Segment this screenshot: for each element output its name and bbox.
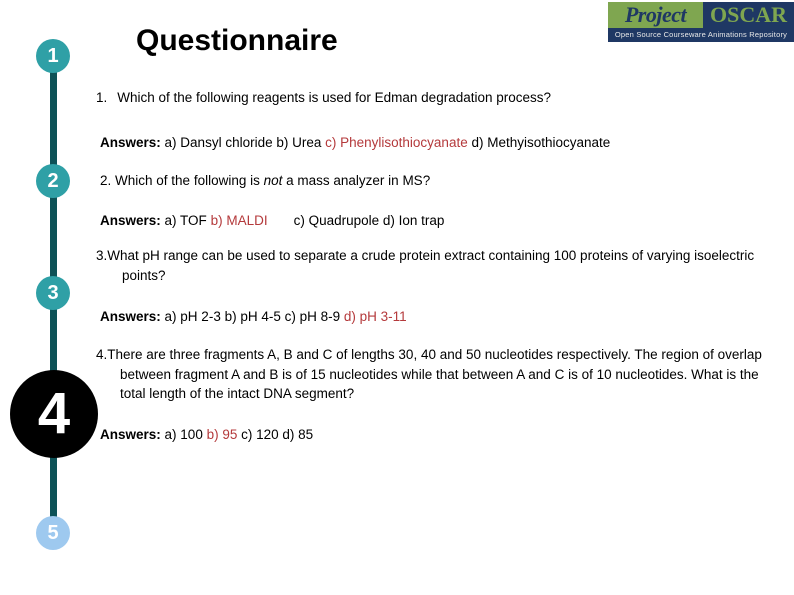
answers-1-label: Answers: bbox=[100, 135, 161, 150]
answers-2-options-after: c) Quadrupole d) Ion trap bbox=[293, 213, 445, 228]
answers-4-correct-option: b) 95 bbox=[206, 427, 238, 442]
slide-canvas: Project OSCAR Open Source Courseware Ani… bbox=[0, 0, 794, 595]
answers-4-options-after: c) 120 d) 85 bbox=[241, 427, 314, 442]
answers-1-options-before: a) Dansyl chloride b) Urea bbox=[164, 135, 322, 150]
answers-3-block: Answers: a) pH 2-3 b) pH 4-5 c) pH 8-9 d… bbox=[100, 307, 790, 327]
question-3-body-line1: What pH range can be used to separate a … bbox=[107, 248, 644, 263]
answers-3-options-before: a) pH 2-3 b) pH 4-5 c) pH 8-9 bbox=[164, 309, 341, 324]
answers-2-block: Answers: a) TOF b) MALDI c) Quadrupole d)… bbox=[100, 211, 790, 231]
question-1-block: 1. Which of the following reagents is use… bbox=[96, 88, 786, 108]
question-3-number: 3. bbox=[96, 248, 108, 263]
logo-wordmark-row: Project OSCAR bbox=[608, 2, 794, 28]
logo-oscar-text: OSCAR bbox=[709, 2, 787, 27]
timeline-node-4-active[interactable]: 4 bbox=[10, 370, 98, 458]
project-oscar-logo: Project OSCAR Open Source Courseware Ani… bbox=[608, 2, 794, 42]
answers-4-text: Answers: a) 100 b) 95 c) 120 d) 85 bbox=[100, 425, 790, 445]
answers-3-correct-option: d) pH 3-11 bbox=[343, 309, 407, 324]
answers-3-label: Answers: bbox=[100, 309, 161, 324]
question-1-text: 1. Which of the following reagents is use… bbox=[96, 88, 786, 108]
timeline-node-5-label: 5 bbox=[47, 522, 59, 544]
page-title: Questionnaire bbox=[136, 24, 338, 57]
question-2-body-part1: Which of the following is bbox=[115, 173, 264, 188]
timeline-node-4-label: 4 bbox=[37, 381, 71, 446]
question-2-body-part2: a mass analyzer in MS? bbox=[282, 173, 431, 188]
timeline-node-1[interactable]: 1 bbox=[36, 39, 70, 73]
answers-1-options-after: d) Methyisothiocyanate bbox=[471, 135, 611, 150]
question-3-text: 3.What pH range can be used to separate … bbox=[96, 246, 786, 285]
answers-1-correct-option: c) Phenylisothiocyanate bbox=[325, 135, 468, 150]
question-3-block: 3.What pH range can be used to separate … bbox=[96, 246, 786, 285]
timeline-node-2-label: 2 bbox=[47, 170, 59, 192]
answers-4-label: Answers: bbox=[100, 427, 161, 442]
logo-project-text: Project bbox=[624, 2, 687, 27]
question-1-number: 1. bbox=[96, 90, 108, 105]
question-4-text: 4.There are three fragments A, B and C o… bbox=[96, 345, 786, 404]
answers-4-block: Answers: a) 100 b) 95 c) 120 d) 85 bbox=[100, 425, 790, 445]
timeline-node-2[interactable]: 2 bbox=[36, 164, 70, 198]
answers-1-text: Answers: a) Dansyl chloride b) Urea c) P… bbox=[100, 133, 790, 153]
question-4-body-line1: There are three fragments A, B and C of … bbox=[107, 347, 658, 362]
timeline-node-3-label: 3 bbox=[47, 282, 59, 304]
question-2-emphasis: not bbox=[263, 173, 283, 188]
timeline-node-1-label: 1 bbox=[47, 45, 59, 67]
answers-2-text: Answers: a) TOF b) MALDI c) Quadrupole d)… bbox=[100, 211, 790, 231]
timeline-node-3[interactable]: 3 bbox=[36, 276, 70, 310]
question-2-text: 2. Which of the following is not a mass … bbox=[100, 171, 790, 191]
question-4-block: 4.There are three fragments A, B and C o… bbox=[96, 345, 786, 404]
logo-tagline-row: Open Source Courseware Animations Reposi… bbox=[608, 28, 794, 42]
logo-oscar-block: OSCAR bbox=[703, 2, 794, 28]
answers-3-text: Answers: a) pH 2-3 b) pH 4-5 c) pH 8-9 d… bbox=[100, 307, 790, 327]
answers-2-options-before: a) TOF bbox=[164, 213, 207, 228]
question-2-block: 2. Which of the following is not a mass … bbox=[100, 171, 790, 191]
question-2-number: 2. bbox=[100, 173, 112, 188]
answers-1-block: Answers: a) Dansyl chloride b) Urea c) P… bbox=[100, 133, 790, 153]
answers-2-label: Answers: bbox=[100, 213, 161, 228]
logo-tagline-text: Open Source Courseware Animations Reposi… bbox=[614, 30, 788, 40]
logo-project-block: Project bbox=[608, 2, 703, 28]
answers-2-correct-option: b) MALDI bbox=[210, 213, 268, 228]
timeline-node-5[interactable]: 5 bbox=[36, 516, 70, 550]
question-1-body: Which of the following reagents is used … bbox=[117, 90, 552, 105]
question-4-number: 4. bbox=[96, 347, 108, 362]
answers-4-options-before: a) 100 bbox=[164, 427, 203, 442]
